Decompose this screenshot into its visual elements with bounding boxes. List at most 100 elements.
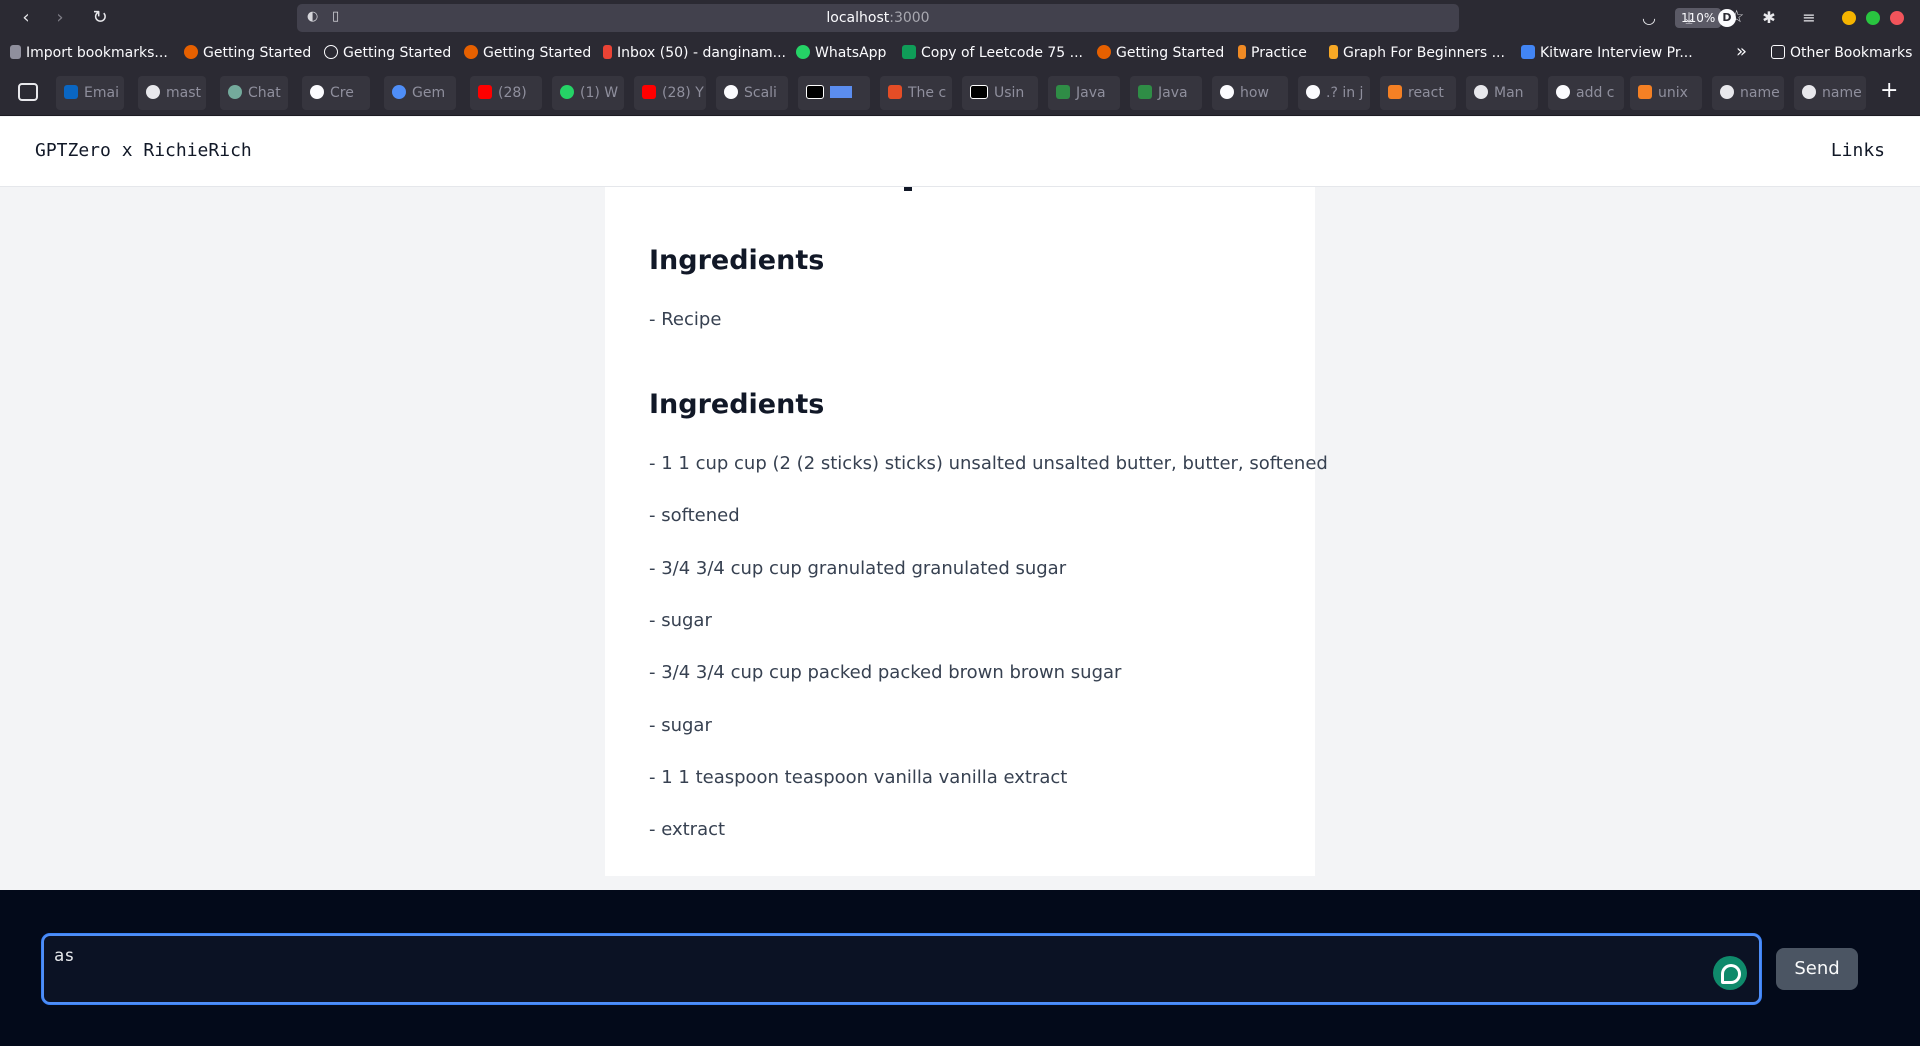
browser-tab[interactable]: Java [1048, 76, 1120, 110]
outlook-icon [64, 85, 78, 99]
browser-tab[interactable]: Java [1130, 76, 1202, 110]
browser-tab[interactable]: .? in j [1298, 76, 1370, 110]
list-item: - 1 1 cup cup (2 (2 sticks) sticks) unsa… [649, 453, 1328, 474]
section-heading: Ingredients [649, 389, 825, 420]
grammarly-icon[interactable] [1713, 956, 1747, 990]
browser-tab[interactable]: how [1212, 76, 1288, 110]
docs-icon [1521, 45, 1535, 59]
w3-icon [1056, 85, 1070, 99]
bookmark-item[interactable]: Copy of Leetcode 75 ... [902, 45, 1083, 61]
bookmark-item[interactable]: Getting Started [324, 45, 451, 61]
google-icon [1306, 85, 1320, 99]
medium-icon [724, 85, 738, 99]
account-avatar[interactable]: D [1718, 9, 1736, 27]
sheets-icon [902, 45, 916, 59]
list-item: - sugar [649, 715, 712, 736]
browser-tab[interactable]: The c [880, 76, 952, 110]
bookmarks-toolbar: Import bookmarks... Getting Started Gett… [0, 36, 1920, 72]
links-nav-link[interactable]: Links [1831, 140, 1885, 161]
app-title[interactable]: GPTZero x RichieRich [35, 140, 252, 161]
stackoverflow-icon [1638, 85, 1652, 99]
url-text[interactable]: localhost:3000 [297, 10, 1459, 26]
image-icon [830, 86, 852, 98]
bookmark-item[interactable]: Getting Started [1097, 45, 1224, 61]
browser-tab[interactable]: unix [1630, 76, 1702, 110]
practice-icon [1238, 45, 1246, 59]
clipped-text-fragment [904, 187, 912, 191]
github-icon [1720, 85, 1734, 99]
bookmark-item[interactable]: Inbox (50) - danginam... [603, 45, 786, 61]
browser-tab[interactable]: react [1380, 76, 1456, 110]
browser-tab[interactable]: Usin [962, 76, 1038, 110]
recipe-content-card: Ingredients - Recipe Ingredients - 1 1 c… [605, 187, 1328, 876]
gmail-icon [603, 45, 612, 59]
extensions-icon[interactable]: ✱ [1758, 7, 1780, 29]
list-item: - sugar [649, 610, 712, 631]
browser-tab[interactable]: mast [138, 76, 206, 110]
minimize-button[interactable] [1842, 11, 1856, 25]
url-host: localhost [826, 10, 890, 26]
tab-list-icon[interactable] [18, 83, 38, 101]
pocket-icon[interactable]: ◡ [1638, 7, 1660, 29]
bookmark-item[interactable]: Getting Started [464, 45, 591, 61]
firefox-icon [184, 45, 198, 59]
browser-tab[interactable]: (28) Y [634, 76, 706, 110]
downloads-icon[interactable]: ⤓ [1678, 7, 1700, 29]
list-item: - softened [649, 505, 740, 526]
browser-nav-bar: ‹ › ↻ ◐ ▯ localhost:3000 110% ☆ ◡ ⤓ D ✱ … [0, 0, 1920, 36]
browser-tab[interactable]: name [1794, 76, 1866, 110]
youtube-icon [642, 85, 656, 99]
firefox-icon [1097, 45, 1111, 59]
new-tab-plus-icon[interactable]: + [1880, 78, 1898, 103]
browser-tab[interactable]: Chat [220, 76, 288, 110]
list-item: - 3/4 3/4 cup cup packed packed brown br… [649, 662, 1122, 683]
whatsapp-icon [560, 85, 574, 99]
chat-message-input[interactable]: as [42, 934, 1761, 1004]
google-icon [1556, 85, 1570, 99]
reload-icon[interactable]: ↻ [88, 6, 112, 30]
globe-icon [324, 45, 338, 59]
url-bar[interactable]: ◐ ▯ localhost:3000 110% ☆ [297, 4, 1744, 32]
leetcode-icon [1329, 45, 1338, 59]
list-item: - extract [649, 819, 726, 840]
other-bookmarks-folder[interactable]: Other Bookmarks [1771, 45, 1912, 61]
browser-tab[interactable] [798, 76, 870, 110]
browser-tab[interactable]: add c [1548, 76, 1624, 110]
bookmark-item[interactable]: Graph For Beginners ... [1329, 45, 1505, 61]
browser-tab[interactable]: Scali [716, 76, 788, 110]
app-header: GPTZero x RichieRich Links [0, 117, 1920, 187]
forward-icon[interactable]: › [48, 6, 72, 30]
bookmark-item[interactable]: Import bookmarks... [10, 45, 168, 61]
whatsapp-icon [796, 45, 810, 59]
bookmark-item[interactable]: Practice [1238, 45, 1307, 61]
triangle-icon [310, 85, 324, 99]
maximize-button[interactable] [1866, 11, 1880, 25]
send-button[interactable]: Send [1776, 948, 1858, 990]
browser-tab[interactable]: Emai [56, 76, 124, 110]
list-item: - 1 1 teaspoon teaspoon vanilla vanilla … [649, 767, 1068, 788]
chevron-overflow-icon[interactable]: » [1736, 41, 1747, 62]
github-icon [146, 85, 160, 99]
close-window-button[interactable] [1890, 11, 1904, 25]
bookmark-item[interactable]: Getting Started [184, 45, 311, 61]
url-port: :3000 [889, 10, 930, 26]
browser-tab[interactable]: (1) W [552, 76, 624, 110]
browser-tab[interactable]: (28) [470, 76, 542, 110]
bookmark-item[interactable]: WhatsApp [796, 45, 886, 61]
list-item: - Recipe [649, 309, 722, 330]
back-icon[interactable]: ‹ [14, 6, 38, 30]
browser-tab[interactable]: name [1712, 76, 1784, 110]
menu-icon[interactable]: ≡ [1798, 7, 1820, 29]
list-item: - 3/4 3/4 cup cup granulated granulated … [649, 558, 1067, 579]
tab-strip: Emai mast Chat Cre Gem (28) (1) W (28) Y… [0, 72, 1920, 116]
chat-input-area: as Send [0, 890, 1920, 1046]
bookmark-item[interactable]: Kitware Interview Pr... [1521, 45, 1693, 61]
dev-icon [806, 85, 824, 99]
browser-tab[interactable]: Man [1466, 76, 1538, 110]
chat-input-value[interactable]: as [54, 946, 74, 966]
stackoverflow-icon [1388, 85, 1402, 99]
browser-tab[interactable]: Gem [384, 76, 456, 110]
youtube-icon [478, 85, 492, 99]
github-icon [1474, 85, 1488, 99]
browser-tab[interactable]: Cre [302, 76, 370, 110]
